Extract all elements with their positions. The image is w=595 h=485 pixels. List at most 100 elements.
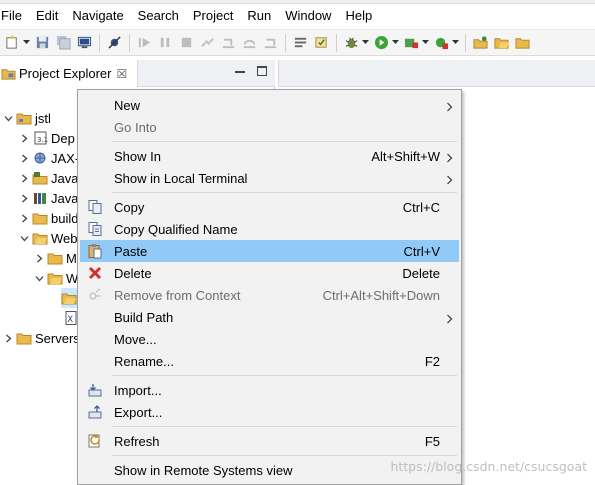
shortcut-label: Ctrl+Alt+Shift+Down: [322, 287, 440, 303]
open-folder-icon[interactable]: [493, 34, 510, 51]
tree-node-label: JAX-: [51, 150, 80, 166]
folder-icon: [47, 250, 63, 266]
new-file-icon[interactable]: [4, 34, 21, 51]
console-icon[interactable]: [76, 34, 93, 51]
shortcut-label: F2: [424, 353, 440, 369]
chevron-down-icon[interactable]: [422, 34, 429, 51]
folder-open-icon: [47, 270, 63, 286]
coverage-icon[interactable]: [403, 34, 420, 51]
step-into-icon[interactable]: [220, 34, 237, 51]
toolbar-more-icon[interactable]: [514, 34, 531, 51]
tree-node-meta-inf[interactable]: M: [33, 248, 77, 268]
menu-item-show-in-local-terminal[interactable]: Show in Local Terminal: [80, 167, 459, 189]
menu-item-export[interactable]: Export...: [80, 401, 459, 423]
tree-node-jstl[interactable]: jstl: [2, 108, 51, 128]
tree-node-webcontent[interactable]: Web: [18, 228, 78, 248]
menu-item-move[interactable]: Move...: [80, 328, 459, 350]
open-task-icon[interactable]: [313, 34, 330, 51]
menu-item-go-into[interactable]: Go Into: [80, 116, 459, 138]
chevron-right-icon[interactable]: [18, 212, 30, 224]
chevron-right-icon[interactable]: [33, 252, 45, 264]
maximize-icon[interactable]: [257, 66, 267, 76]
menu-item-paste[interactable]: Paste Ctrl+V: [80, 240, 459, 262]
step-over-icon[interactable]: [241, 34, 258, 51]
menu-item-import[interactable]: Import...: [80, 379, 459, 401]
toolbar-separator: [99, 33, 100, 52]
close-icon[interactable]: ☒: [116, 67, 127, 81]
chevron-down-icon[interactable]: [362, 34, 369, 51]
chevron-right-icon[interactable]: [18, 152, 30, 164]
menu-file[interactable]: File: [0, 5, 29, 27]
menu-item-copy-qualified-name[interactable]: Copy Qualified Name: [80, 218, 459, 240]
chevron-down-icon[interactable]: [33, 272, 45, 284]
folder-icon: [32, 210, 48, 226]
menu-item-delete[interactable]: Delete Delete: [80, 262, 459, 284]
tree-node-web-inf[interactable]: W: [33, 268, 78, 288]
main-toolbar: [0, 29, 595, 56]
project-icon: [16, 110, 32, 126]
tree-node-label: M: [66, 250, 77, 266]
folder-open-icon: [61, 290, 77, 306]
chevron-down-icon[interactable]: [2, 112, 14, 124]
minimize-icon[interactable]: [235, 71, 245, 73]
menu-bar: File Edit Navigate Search Project Run Wi…: [0, 4, 595, 28]
terminate-icon[interactable]: [178, 34, 195, 51]
run-server-icon[interactable]: [433, 34, 450, 51]
menu-search[interactable]: Search: [131, 5, 186, 27]
chevron-right-icon: [446, 312, 453, 324]
tree-node-label: Java: [51, 170, 79, 186]
tree-node-jax[interactable]: JAX-: [18, 148, 79, 168]
tree-node-selected-folder[interactable]: [61, 288, 77, 308]
menu-separator: [112, 426, 457, 427]
step-return-icon[interactable]: [262, 34, 279, 51]
debug-icon[interactable]: [343, 34, 360, 51]
menu-item-show-in[interactable]: Show In Alt+Shift+W: [80, 145, 459, 167]
chevron-right-icon[interactable]: [18, 132, 30, 144]
menu-window[interactable]: Window: [278, 5, 338, 27]
folder-open-icon: [32, 230, 48, 246]
suspend-icon[interactable]: [157, 34, 174, 51]
chevron-down-icon[interactable]: [18, 232, 30, 244]
chevron-right-icon[interactable]: [18, 192, 30, 204]
skip-breakpoints-icon[interactable]: [106, 34, 123, 51]
remove-context-icon: [80, 287, 110, 303]
menu-item-rename[interactable]: Rename... F2: [80, 350, 459, 372]
menu-item-refresh[interactable]: Refresh F5: [80, 430, 459, 452]
shortcut-label: Alt+Shift+W: [371, 148, 440, 164]
menu-project[interactable]: Project: [186, 5, 240, 27]
chevron-down-icon[interactable]: [452, 34, 459, 51]
copy-icon: [80, 199, 110, 215]
paste-icon: [80, 243, 110, 259]
new-package-icon[interactable]: [472, 34, 489, 51]
tree-node-label: jstl: [35, 110, 51, 126]
save-icon[interactable]: [34, 34, 51, 51]
tree-node-javascript-resources[interactable]: Java: [18, 188, 78, 208]
tree-node-build[interactable]: build: [18, 208, 78, 228]
open-type-icon[interactable]: [292, 34, 309, 51]
chevron-down-icon[interactable]: [23, 34, 30, 51]
tree-node-servers[interactable]: Servers: [2, 328, 80, 348]
deployment-descriptor-icon: 3.1: [32, 130, 48, 146]
menu-navigate[interactable]: Navigate: [65, 5, 130, 27]
folder-icon: [16, 330, 32, 346]
chevron-right-icon[interactable]: [2, 332, 14, 344]
tree-node-java-resources[interactable]: Java: [18, 168, 78, 188]
save-all-icon[interactable]: [55, 34, 72, 51]
menu-run[interactable]: Run: [240, 5, 278, 27]
watermark: https://blog.csdn.net/csucsgoat: [390, 459, 587, 474]
menu-item-copy[interactable]: Copy Ctrl+C: [80, 196, 459, 218]
project-explorer-title: Project Explorer: [19, 66, 112, 81]
run-icon[interactable]: [373, 34, 390, 51]
menu-item-new[interactable]: New: [80, 94, 459, 116]
disconnect-icon[interactable]: [199, 34, 216, 51]
resume-icon[interactable]: [136, 34, 153, 51]
tree-node-deployment[interactable]: 3.1 Dep: [18, 128, 75, 148]
menu-item-remove-from-context[interactable]: Remove from Context Ctrl+Alt+Shift+Down: [80, 284, 459, 306]
menu-help[interactable]: Help: [338, 5, 379, 27]
menu-edit[interactable]: Edit: [29, 5, 65, 27]
toolbar-separator: [285, 33, 286, 52]
menu-item-build-path[interactable]: Build Path: [80, 306, 459, 328]
chevron-down-icon[interactable]: [392, 34, 399, 51]
tab-project-explorer[interactable]: Project Explorer ☒: [0, 60, 138, 87]
chevron-right-icon[interactable]: [18, 172, 30, 184]
